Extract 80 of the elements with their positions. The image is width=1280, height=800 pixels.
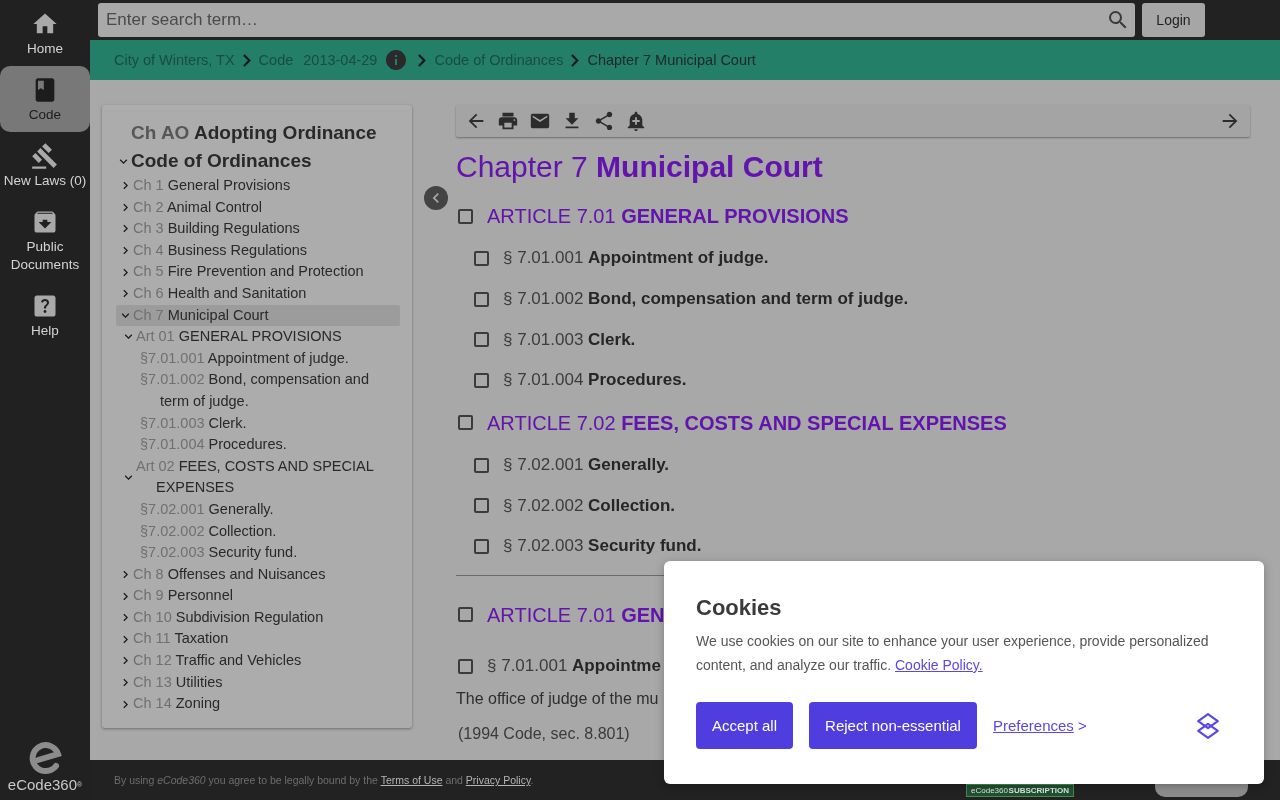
toc-item[interactable]: Ch 1 General Provisions: [116, 175, 400, 197]
toc-item[interactable]: Ch 9 Personnel: [116, 585, 400, 607]
checkbox[interactable]: [474, 250, 489, 266]
chevron-right-icon: [418, 53, 427, 67]
terms-link[interactable]: Terms of Use: [380, 774, 443, 786]
toc-item[interactable]: Ch 8 Offenses and Nuisances: [116, 563, 400, 586]
toc-item[interactable]: Ch 11 Taxation: [116, 628, 400, 651]
section-heading[interactable]: § 7.01.001 Appointme: [487, 654, 661, 679]
dialog-text: We use cookies on our site to enhance your user experience, provide personalized content, and analyze our traffic. Cookie Policy.: [696, 632, 1210, 675]
section-link[interactable]: § 7.02.002 Collection.: [503, 493, 675, 518]
login-button[interactable]: Login: [1142, 3, 1205, 37]
layers-icon: [1195, 712, 1221, 739]
article-heading[interactable]: ARTICLE 7.01 GEN: [487, 601, 665, 628]
bell-plus-icon[interactable]: [625, 110, 647, 132]
nav-item[interactable]: Home: [0, 0, 90, 66]
toc-item[interactable]: Ch 14 Zoning: [116, 693, 400, 715]
section-text: The office of judge of the mu: [456, 688, 659, 709]
logo-text: eCode360$^{®}$: [7, 775, 83, 795]
search-field[interactable]: Enter search term…: [98, 3, 1135, 37]
legal-notice: By using eCode360 you agree to be legally bound by the Terms of Use and Privacy Policy.: [114, 774, 534, 786]
dialog-title: Cookies: [696, 594, 782, 622]
section-link[interactable]: § 7.01.001 Appointment of judge.: [503, 246, 769, 271]
toc-item[interactable]: §7.02.002 Collection.: [116, 520, 400, 543]
section-link[interactable]: § 7.01.002 Bond, compensation and term of judge.: [503, 287, 909, 312]
checkbox[interactable]: [474, 538, 489, 554]
history-note: (1994 Code, sec. 8.801): [458, 723, 630, 744]
checkbox[interactable]: [458, 607, 473, 623]
collapse-button[interactable]: [424, 186, 448, 210]
reject-button[interactable]: Reject non-essential: [809, 702, 977, 749]
article-heading[interactable]: ARTICLE 7.01 GENERAL PROVISIONS: [487, 203, 849, 229]
share-icon[interactable]: [593, 110, 615, 132]
checkbox[interactable]: [474, 291, 489, 307]
toc-item[interactable]: Ch 3 Building Regulations: [116, 218, 400, 240]
section-link[interactable]: § 7.02.003 Security fund.: [503, 534, 702, 559]
toc-item[interactable]: Ch 2 Animal Control: [116, 196, 400, 219]
toc-item[interactable]: §7.01.001 Appointment of judge.: [116, 347, 400, 370]
toc-item[interactable]: Ch 10 Subdivision Regulation: [116, 606, 400, 629]
toc-item[interactable]: §7.01.004 Procedures.: [116, 434, 400, 456]
preferences-link[interactable]: Preferences >: [992, 717, 1087, 734]
chapter-title: Chapter 7 Municipal Court: [456, 149, 823, 185]
toc-item[interactable]: Ch 12 Traffic and Vehicles: [116, 650, 400, 672]
toc-item[interactable]: §7.01.003 Clerk.: [116, 412, 400, 435]
cookie-policy-link[interactable]: Cookie Policy.: [895, 657, 983, 673]
toc-item[interactable]: Ch 6 Health and Sanitation: [116, 282, 400, 305]
nav-item[interactable]: Public Documents: [0, 198, 90, 282]
toc-item[interactable]: Ch 13 Utilities: [116, 671, 400, 694]
article-heading[interactable]: ARTICLE 7.02 FEES, COSTS AND SPECIAL EXPENSES: [487, 409, 1007, 436]
badge-brand: eCode360: [971, 785, 1008, 796]
footer-button[interactable]: [1155, 784, 1248, 797]
section-link[interactable]: § 7.01.004 Procedures.: [503, 368, 687, 393]
checkbox[interactable]: [458, 658, 473, 674]
badge-label: SUBSCRIPTION: [1008, 785, 1069, 796]
breadcrumb-current: Chapter 7 Municipal Court: [587, 52, 756, 68]
toc-item[interactable]: Code of Ordinances: [116, 147, 400, 175]
checkbox[interactable]: [474, 498, 489, 514]
printer-icon[interactable]: [497, 110, 519, 132]
chevron-right-icon: [242, 53, 251, 67]
info-icon[interactable]: [386, 50, 407, 70]
checkbox[interactable]: [474, 372, 489, 388]
chevron-right-icon: [571, 53, 580, 67]
section-link[interactable]: § 7.01.003 Clerk.: [503, 327, 636, 352]
toc-item[interactable]: Art 01 GENERAL PROVISIONS: [116, 326, 400, 348]
checkbox[interactable]: [474, 457, 489, 473]
toc-item[interactable]: Art 02 FEES, COSTS AND SPECIAL EXPENSES: [116, 455, 400, 499]
toc-item[interactable]: §7.02.003 Security fund.: [116, 542, 400, 564]
logo-icon: [28, 741, 62, 775]
checkbox[interactable]: [458, 208, 473, 224]
nav-item[interactable]: Code: [0, 66, 90, 132]
toc-item[interactable]: §7.02.001 Generally.: [116, 498, 400, 521]
gavel-icon: [31, 142, 59, 170]
section-link[interactable]: § 7.02.001 Generally.: [503, 453, 670, 478]
checkbox[interactable]: [458, 415, 473, 431]
nav-item[interactable]: New Laws (0): [0, 132, 90, 198]
accept-button[interactable]: Accept all: [696, 702, 794, 749]
toc-item[interactable]: Ch 4 Business Regulations: [116, 239, 400, 262]
checkbox[interactable]: [474, 332, 489, 348]
toc-item[interactable]: Ch 5 Fire Prevention and Protection: [116, 261, 400, 283]
toc-item[interactable]: Ch AO Adopting Ordinance: [116, 119, 400, 147]
nav-item[interactable]: Help: [0, 282, 90, 348]
toc-item[interactable]: §7.01.002 Bond, compensation and term of judge.: [116, 369, 400, 413]
